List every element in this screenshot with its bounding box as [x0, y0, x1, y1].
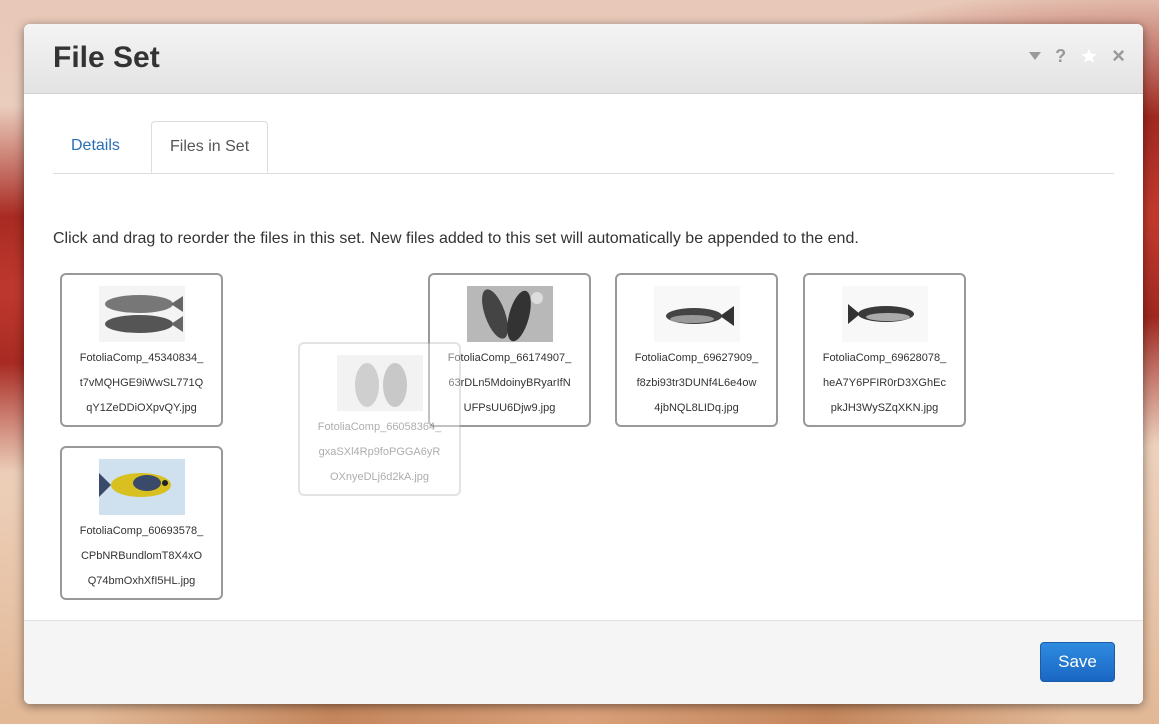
tab-bar: Details Files in Set — [53, 121, 1114, 174]
file-name: FotoliaComp_60693578_ CPbNRBundlomT8X4xO Q… — [79, 525, 204, 587]
painted-fish-image — [98, 459, 185, 515]
file-name: FotoliaComp_45340834_ t7vMQHGE9iWwSL771Q q… — [79, 352, 204, 414]
file-set-dialog: File Set ? × Details Files in Set Click … — [24, 24, 1143, 704]
help-icon[interactable]: ? — [1055, 46, 1066, 66]
file-card[interactable]: FotoliaComp_60693578_ CPbNRBundlomT8X4xO Q… — [60, 446, 223, 600]
file-name: FotoliaComp_69627909_ f8zbi93tr3DUNf4L6e4… — [634, 352, 759, 414]
tab-files-in-set[interactable]: Files in Set — [151, 121, 269, 173]
instructions-text: Click and drag to reorder the files in t… — [53, 230, 859, 247]
star-icon[interactable] — [1080, 47, 1098, 65]
file-name: FotoliaComp_69628078_ heA7Y6PFIR0rD3XGhEc… — [822, 352, 947, 414]
tab-details[interactable]: Details — [53, 121, 138, 172]
header-controls: ? × — [1029, 45, 1125, 67]
file-card[interactable]: FotoliaComp_45340834_ t7vMQHGE9iWwSL771Q q… — [60, 273, 223, 427]
tuna-image — [841, 286, 928, 342]
fish-sketch-image — [336, 355, 423, 411]
file-card[interactable]: FotoliaComp_69627909_ f8zbi93tr3DUNf4L6e4… — [615, 273, 778, 427]
dialog-header: File Set ? × — [24, 24, 1143, 94]
file-name: FotoliaComp_66058364_ gxaSXl4Rp9foPGGA6yR… — [317, 421, 442, 483]
close-icon[interactable]: × — [1112, 45, 1125, 67]
file-card[interactable]: FotoliaComp_69628078_ heA7Y6PFIR0rD3XGhEc… — [803, 273, 966, 427]
dragging-file-card[interactable]: FotoliaComp_66058364_ gxaSXl4Rp9foPGGA6yR… — [298, 342, 461, 496]
two-fish-image — [98, 286, 185, 342]
save-button[interactable]: Save — [1040, 642, 1115, 682]
dropdown-icon[interactable] — [1029, 51, 1042, 61]
dialog-title: File Set — [53, 41, 160, 74]
fish-on-ice-image — [466, 286, 553, 342]
dialog-footer: Save — [24, 620, 1143, 704]
tuna-image — [653, 286, 740, 342]
